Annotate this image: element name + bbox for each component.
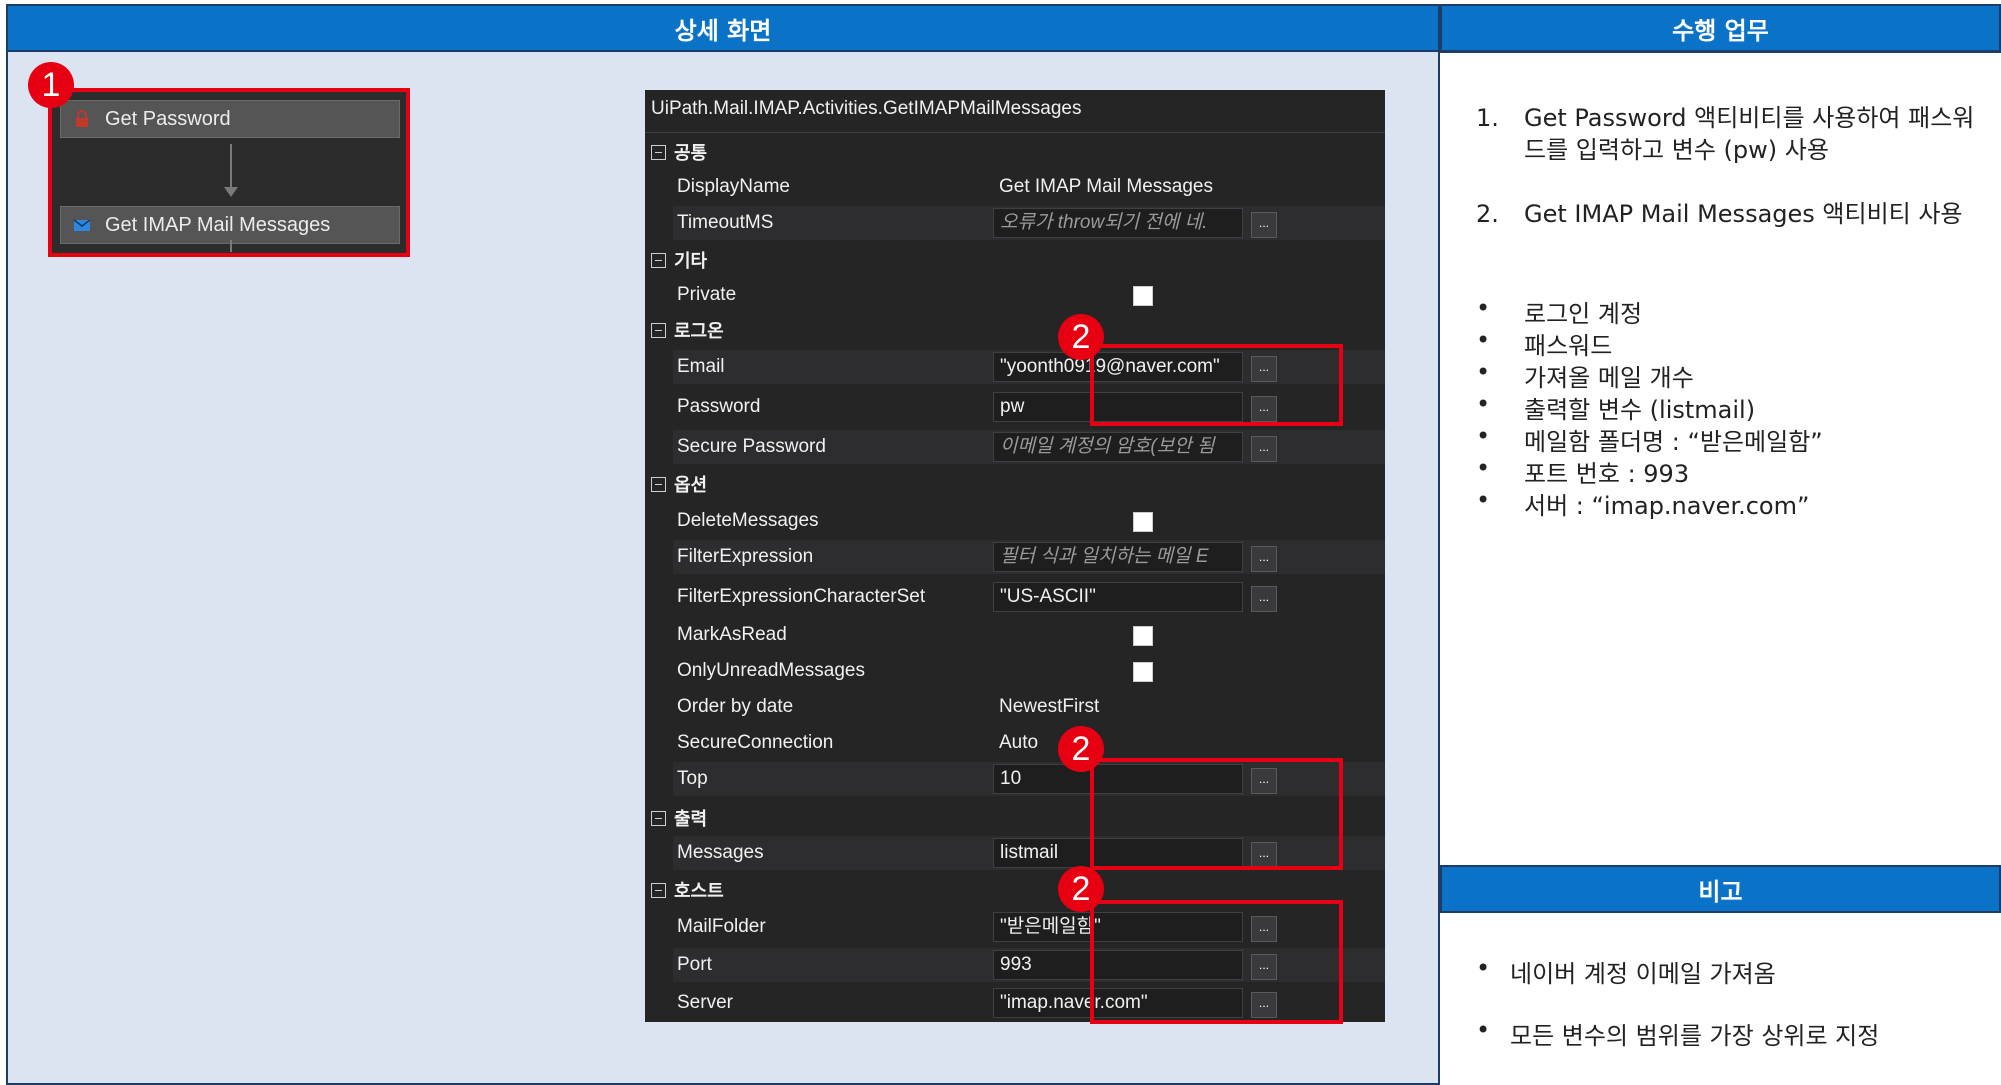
property-row-onlyunread: OnlyUnreadMessages [673, 654, 1385, 688]
private-checkbox[interactable] [1133, 286, 1153, 306]
property-name: MailFolder [677, 916, 766, 937]
step-badge-2: 2 [1058, 866, 1104, 912]
property-row-private: Private [673, 278, 1385, 312]
property-name: TimeoutMS [677, 212, 774, 233]
property-name: SecureConnection [677, 732, 834, 753]
activity-label: Get IMAP Mail Messages [105, 213, 331, 236]
step-badge-2: 2 [1058, 726, 1104, 772]
notes-header: 비고 [1440, 865, 2001, 913]
property-name: FilterExpression [677, 546, 814, 567]
collapse-icon[interactable] [651, 476, 666, 492]
step-text: Get IMAP Mail Messages 액티비티 사용 [1524, 200, 1963, 228]
category-label: 출력 [674, 809, 708, 829]
property-name: Port [677, 954, 712, 975]
category-common[interactable]: 공통 [645, 138, 1385, 166]
property-value[interactable]: Get IMAP Mail Messages [999, 176, 1213, 198]
workflow-sequence: Get Password Get IMAP Mail Messages [48, 88, 410, 257]
lock-icon [76, 110, 88, 127]
property-name: Private [677, 284, 737, 305]
detail-screen-header: 상세 화면 [6, 4, 1440, 52]
filter-expression-input[interactable]: 필터 식과 일치하는 메일 E [993, 542, 1243, 572]
connector-arrow-icon [224, 187, 238, 197]
property-value-input[interactable]: 오류가 throw되기 전에 네. [993, 208, 1243, 238]
property-name: Order by date [677, 696, 794, 717]
collapse-icon[interactable] [651, 810, 666, 826]
collapse-icon[interactable] [651, 882, 666, 898]
secure-password-input[interactable]: 이메일 계정의 암호(보안 됨 [993, 432, 1243, 462]
activity-get-password[interactable]: Get Password [60, 100, 400, 138]
category-label: 기타 [674, 251, 708, 271]
mail-icon [73, 219, 91, 231]
divider [645, 132, 1385, 133]
category-misc[interactable]: 기타 [645, 246, 1385, 274]
property-name: DisplayName [677, 176, 790, 197]
property-name: Password [677, 396, 761, 417]
step-text: Get Password 액티비티를 사용하여 패스워드를 입력하고 변수 (p… [1524, 104, 1975, 164]
activity-get-imap-mail-messages[interactable]: Get IMAP Mail Messages [60, 206, 400, 244]
property-name: Top [677, 768, 708, 789]
category-label: 호스트 [674, 881, 724, 901]
property-name: Messages [677, 842, 764, 863]
collapse-icon[interactable] [651, 144, 666, 160]
category-options[interactable]: 옵션 [645, 470, 1385, 498]
highlight-login-fields [1090, 344, 1343, 426]
step-badge-1: 1 [28, 62, 74, 108]
ellipsis-button[interactable]: ... [1251, 546, 1277, 572]
tasks-header: 수행 업무 [1440, 4, 2001, 52]
property-row-secureconnection: SecureConnection Auto [673, 726, 1385, 760]
properties-title: UiPath.Mail.IMAP.Activities.GetIMAPMailM… [651, 98, 1082, 119]
property-name: Secure Password [677, 436, 826, 457]
property-name: OnlyUnreadMessages [677, 660, 865, 681]
task-step-1: 1. Get Password 액티비티를 사용하여 패스워드를 입력하고 변수… [1476, 102, 1996, 172]
property-row-displayname: DisplayName Get IMAP Mail Messages [673, 170, 1385, 204]
step-badge-2: 2 [1058, 314, 1104, 360]
property-row-deletemessages: DeleteMessages [673, 504, 1385, 538]
step-number: 1. [1476, 104, 1499, 132]
activity-label: Get Password [105, 107, 231, 130]
properties-panel: UiPath.Mail.IMAP.Activities.GetIMAPMailM… [645, 90, 1385, 1022]
connector-line [230, 240, 232, 252]
connector-line [230, 144, 232, 190]
ellipsis-button[interactable]: ... [1251, 586, 1277, 612]
property-name: Server [677, 992, 733, 1013]
only-unread-checkbox[interactable] [1133, 662, 1153, 682]
property-name: MarkAsRead [677, 624, 787, 645]
category-label: 공통 [674, 143, 708, 163]
category-label: 로그온 [674, 321, 724, 341]
task-step-2: 2. Get IMAP Mail Messages 액티비티 사용 [1476, 198, 1996, 268]
step-number: 2. [1476, 200, 1499, 228]
property-row-markasread: MarkAsRead [673, 618, 1385, 652]
highlight-top-output [1090, 758, 1343, 870]
secure-connection-dropdown[interactable]: Auto [999, 732, 1038, 754]
property-name: Email [677, 356, 725, 377]
delete-messages-checkbox[interactable] [1133, 512, 1153, 532]
collapse-icon[interactable] [651, 322, 666, 338]
collapse-icon[interactable] [651, 252, 666, 268]
filter-charset-input[interactable]: "US-ASCII" [993, 582, 1243, 612]
category-label: 옵션 [674, 475, 708, 495]
mark-as-read-checkbox[interactable] [1133, 626, 1153, 646]
notes-panel [1440, 913, 2001, 1085]
category-logon[interactable]: 로그온 [645, 316, 1385, 344]
order-by-date-dropdown[interactable]: NewestFirst [999, 696, 1099, 718]
property-name: FilterExpressionCharacterSet [677, 586, 926, 607]
property-name: DeleteMessages [677, 510, 819, 531]
property-row-order-by-date: Order by date NewestFirst [673, 690, 1385, 724]
ellipsis-button[interactable]: ... [1251, 212, 1277, 238]
ellipsis-button[interactable]: ... [1251, 436, 1277, 462]
highlight-host-fields [1090, 900, 1343, 1024]
property-row-secure-password: Secure Password 이메일 계정의 암호(보안 됨 ... [673, 430, 1385, 464]
slide: 상세 화면 수행 업무 비고 Get Password Get IMAP Mai… [0, 0, 2001, 1085]
property-row-filterexpression: FilterExpression 필터 식과 일치하는 메일 E ... [673, 540, 1385, 574]
property-row-timeoutms: TimeoutMS 오류가 throw되기 전에 네. ... [673, 206, 1385, 240]
property-row-filter-charset: FilterExpressionCharacterSet "US-ASCII" … [673, 580, 1385, 614]
